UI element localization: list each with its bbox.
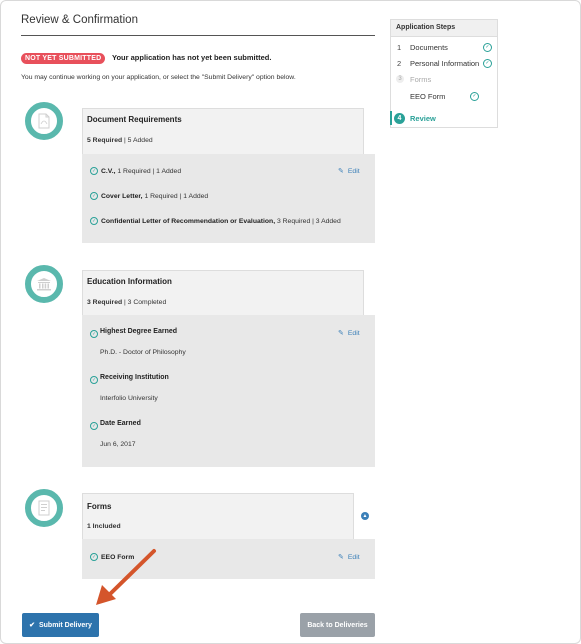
back-to-deliveries-button[interactable]: Back to Deliveries <box>300 613 375 637</box>
institution-icon <box>25 265 63 303</box>
education-edit-link[interactable]: ✎ Edit <box>338 329 360 337</box>
current-step-indicator <box>390 111 392 125</box>
education-summary: 3 Required | 3 Completed <box>87 299 167 306</box>
field-label-institution: Receiving Institution <box>100 374 169 381</box>
field-value-degree: Ph.D. - Doctor of Philosophy <box>100 349 186 356</box>
forms-header <box>82 493 354 540</box>
step-number: 1 <box>397 43 402 52</box>
documents-title: Document Requirements <box>87 115 182 124</box>
check-circle-icon: ✓ <box>483 59 492 68</box>
pencil-icon: ✎ <box>338 330 344 337</box>
title-divider <box>21 35 375 36</box>
pdf-document-icon <box>25 102 63 140</box>
check-circle-icon: ✓ <box>90 167 98 175</box>
chevron-up-icon[interactable]: ▲ <box>361 512 369 520</box>
documents-summary: 5 Required | 5 Added <box>87 137 153 144</box>
forms-edit-link[interactable]: ✎ Edit <box>338 553 360 561</box>
document-item-cv: ✓ C.V., 1 Required | 1 Added <box>90 167 181 175</box>
step-number: 2 <box>397 59 402 68</box>
documents-edit-link[interactable]: ✎ Edit <box>338 167 360 175</box>
status-message: Your application has not yet been submit… <box>112 53 272 62</box>
forms-title: Forms <box>87 502 112 511</box>
pencil-icon: ✎ <box>338 554 344 561</box>
step-forms: Forms <box>410 75 432 84</box>
check-circle-icon: ✓ <box>90 192 98 200</box>
page-title: Review & Confirmation <box>21 14 138 26</box>
step-personal-information[interactable]: Personal Information <box>410 59 479 68</box>
check-circle-icon: ✓ <box>483 43 492 52</box>
instructions-text: You may continue working on your applica… <box>21 74 296 81</box>
steps-title: Application Steps <box>396 24 456 31</box>
annotation-arrow <box>96 549 156 605</box>
application-steps-panel: Application Steps 1 Documents ✓ 2 Person… <box>390 19 498 128</box>
check-circle-icon: ✓ <box>470 92 479 101</box>
field-label-date: Date Earned <box>100 420 141 427</box>
forms-summary: 1 Included <box>87 523 121 530</box>
submit-delivery-button[interactable]: ✔ Submit Delivery <box>22 613 99 637</box>
field-value-date: Jun 6, 2017 <box>100 441 136 448</box>
checkmark-icon: ✔ <box>29 622 35 629</box>
check-circle-icon: ✓ <box>90 217 98 225</box>
step-review[interactable]: Review <box>410 114 436 123</box>
step-number: 4 <box>394 113 405 124</box>
step-number: 3 <box>396 75 404 83</box>
field-value-institution: Interfolio University <box>100 395 158 402</box>
pencil-icon: ✎ <box>338 168 344 175</box>
field-label-degree: Highest Degree Earned <box>100 328 178 335</box>
submit-delivery-label: Submit Delivery <box>38 621 92 629</box>
document-item-recommendation: ✓ Confidential Letter of Recommendation o… <box>90 217 341 225</box>
status-badge: NOT YET SUBMITTED <box>21 53 106 64</box>
form-icon <box>25 489 63 527</box>
education-title: Education Information <box>87 277 172 286</box>
back-to-deliveries-label: Back to Deliveries <box>307 621 368 629</box>
step-eeo-form[interactable]: EEO Form <box>410 92 445 101</box>
step-documents[interactable]: Documents <box>410 43 448 52</box>
document-item-cover-letter: ✓ Cover Letter, 1 Required | 1 Added <box>90 192 208 200</box>
